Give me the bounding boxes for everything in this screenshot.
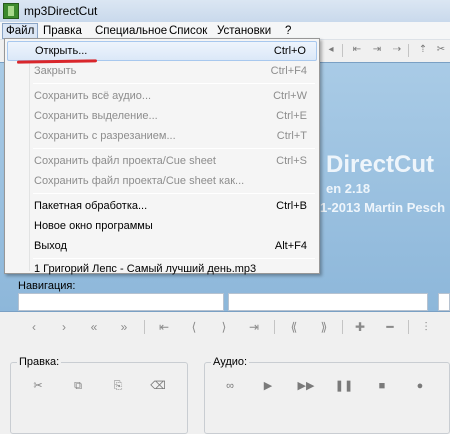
go-marker-icon[interactable]: ⟨ (184, 316, 204, 338)
loop-play-icon[interactable]: ∞ (219, 377, 241, 395)
audio-group: Аудио: ∞ ▶ ▶▶ ❚❚ ■ ● (204, 356, 450, 434)
record-icon[interactable]: ● (409, 377, 431, 395)
toolbar-divider (342, 44, 343, 57)
menu-separator (33, 193, 315, 194)
menu-settings[interactable]: Установки (214, 23, 274, 39)
menu-item-save-selection[interactable]: Сохранить выделение... Ctrl+E (7, 106, 317, 126)
step-forward-icon[interactable]: › (54, 316, 74, 338)
nav-divider (408, 320, 409, 334)
menu-item-save-selection-label: Сохранить выделение... (34, 110, 158, 122)
menu-list[interactable]: Список (166, 23, 210, 39)
menu-separator (33, 83, 315, 84)
menu-separator (33, 148, 315, 149)
mark-begin-icon[interactable]: ⇤ (350, 42, 364, 58)
menu-item-open[interactable]: Открыть... Ctrl+O (7, 41, 317, 61)
menu-item-save-project-label: Сохранить файл проекта/Cue sheet (34, 155, 216, 167)
menu-edit[interactable]: Правка (40, 23, 85, 39)
menu-item-batch-label: Пакетная обработка... (34, 200, 148, 212)
go-begin-icon[interactable]: ⇤ (154, 316, 174, 338)
paste-tool-icon[interactable]: ⎘ (107, 377, 129, 395)
prev-cue-icon[interactable]: ⟪ (284, 316, 304, 338)
menu-file[interactable]: Файл (2, 23, 39, 39)
length-field[interactable] (228, 293, 428, 311)
zoom-out-icon[interactable]: ━ (380, 316, 400, 338)
top-toolbar: ◂ ⇤ ⇥ ⇢ ⇡ ✂ (320, 42, 450, 60)
next-cue-icon[interactable]: ⟫ (314, 316, 334, 338)
menu-item-save-split-shortcut: Ctrl+T (276, 130, 307, 142)
menu-item-batch[interactable]: Пакетная обработка... Ctrl+B (7, 196, 317, 216)
mark-end-icon[interactable]: ⇥ (370, 42, 384, 58)
copy-tool-icon[interactable]: ⧉ (67, 377, 89, 395)
menu-item-new-window-label: Новое окно программы (34, 220, 153, 232)
title-bar: mp3DirectCut (0, 0, 450, 22)
menu-item-save-all-audio-shortcut: Ctrl+W (273, 90, 307, 102)
navigation-toolbar: ‹ › « » ⇤ ⟨ ⟩ ⇥ ⟪ ⟫ ✚ ━ ⫶ (16, 316, 450, 338)
play-icon[interactable]: ▶ (257, 377, 279, 395)
menu-item-save-all-audio-label: Сохранить всё аудио... (34, 90, 152, 102)
menu-item-save-all-audio[interactable]: Сохранить всё аудио... Ctrl+W (7, 86, 317, 106)
menu-item-save-project-as-label: Сохранить файл проекта/Cue sheet как... (34, 175, 245, 187)
cut-tool-icon[interactable]: ✂ (27, 377, 49, 395)
splash-version: en 2.18 (326, 181, 371, 196)
go-end-icon[interactable]: ⇥ (244, 316, 264, 338)
zoom-icon[interactable]: ⇡ (416, 42, 430, 58)
navigation-label: Навигация: (18, 280, 76, 292)
nav-divider (144, 320, 145, 334)
delete-tool-icon[interactable]: ⌫ (147, 377, 169, 395)
skip-icon[interactable]: ⇢ (390, 42, 404, 58)
menu-help[interactable]: ? (282, 23, 294, 39)
edit-group-label: Правка: (17, 356, 62, 368)
audio-group-label: Аудио: (211, 356, 250, 368)
app-icon (3, 3, 19, 19)
window-title: mp3DirectCut (24, 4, 98, 18)
nav-divider (274, 320, 275, 334)
menu-item-close-label: Закрыть (34, 65, 77, 77)
splash-title: DirectCut (326, 151, 435, 178)
menu-item-close-shortcut: Ctrl+F4 (270, 65, 307, 77)
menu-item-save-project-shortcut: Ctrl+S (276, 155, 307, 167)
menu-item-save-project-as[interactable]: Сохранить файл проекта/Cue sheet как... (7, 171, 317, 191)
step-back-icon[interactable]: ‹ (24, 316, 44, 338)
menu-special[interactable]: Специальное (92, 23, 170, 39)
file-menu-dropdown: Открыть... Ctrl+O Закрыть Ctrl+F4 Сохран… (4, 38, 320, 275)
menu-item-close[interactable]: Закрыть Ctrl+F4 (7, 61, 317, 81)
zoom-in-icon[interactable]: ✚ (350, 316, 370, 338)
nav-divider (342, 320, 343, 334)
menu-item-batch-shortcut: Ctrl+B (276, 200, 307, 212)
menu-item-save-selection-shortcut: Ctrl+E (276, 110, 307, 122)
menu-item-new-window[interactable]: Новое окно программы (7, 216, 317, 236)
pause-icon[interactable]: ❚❚ (333, 377, 355, 395)
menu-item-save-split[interactable]: Сохранить с разрезанием... Ctrl+T (7, 126, 317, 146)
split-icon[interactable]: ⫶ (416, 316, 436, 338)
menu-item-recent-file-label: 1 Григорий Лепс - Самый лучший день.mp3 (34, 263, 257, 275)
go-marker-next-icon[interactable]: ⟩ (214, 316, 234, 338)
menu-item-recent-file[interactable]: 1 Григорий Лепс - Самый лучший день.mp3 (7, 253, 317, 275)
splash-copyright: 1-2013 Martin Pesch (320, 200, 446, 215)
cut-icon[interactable]: ✂ (434, 42, 448, 58)
edit-group: Правка: ✂ ⧉ ⎘ ⌫ (10, 356, 188, 434)
position-field[interactable] (18, 293, 224, 311)
fast-forward-icon[interactable]: » (114, 316, 134, 338)
menu-item-save-project[interactable]: Сохранить файл проекта/Cue sheet Ctrl+S (7, 151, 317, 171)
menu-item-save-split-label: Сохранить с разрезанием... (34, 130, 176, 142)
menu-item-open-label: Открыть... (35, 45, 88, 57)
play-selection-icon[interactable]: ◂ (324, 42, 338, 58)
toolbar-divider (408, 44, 409, 57)
time-field[interactable] (438, 293, 450, 311)
menu-item-open-shortcut: Ctrl+O (273, 45, 306, 57)
stop-icon[interactable]: ■ (371, 377, 393, 395)
fast-back-icon[interactable]: « (84, 316, 104, 338)
play-selection-tool-icon[interactable]: ▶▶ (295, 377, 317, 395)
